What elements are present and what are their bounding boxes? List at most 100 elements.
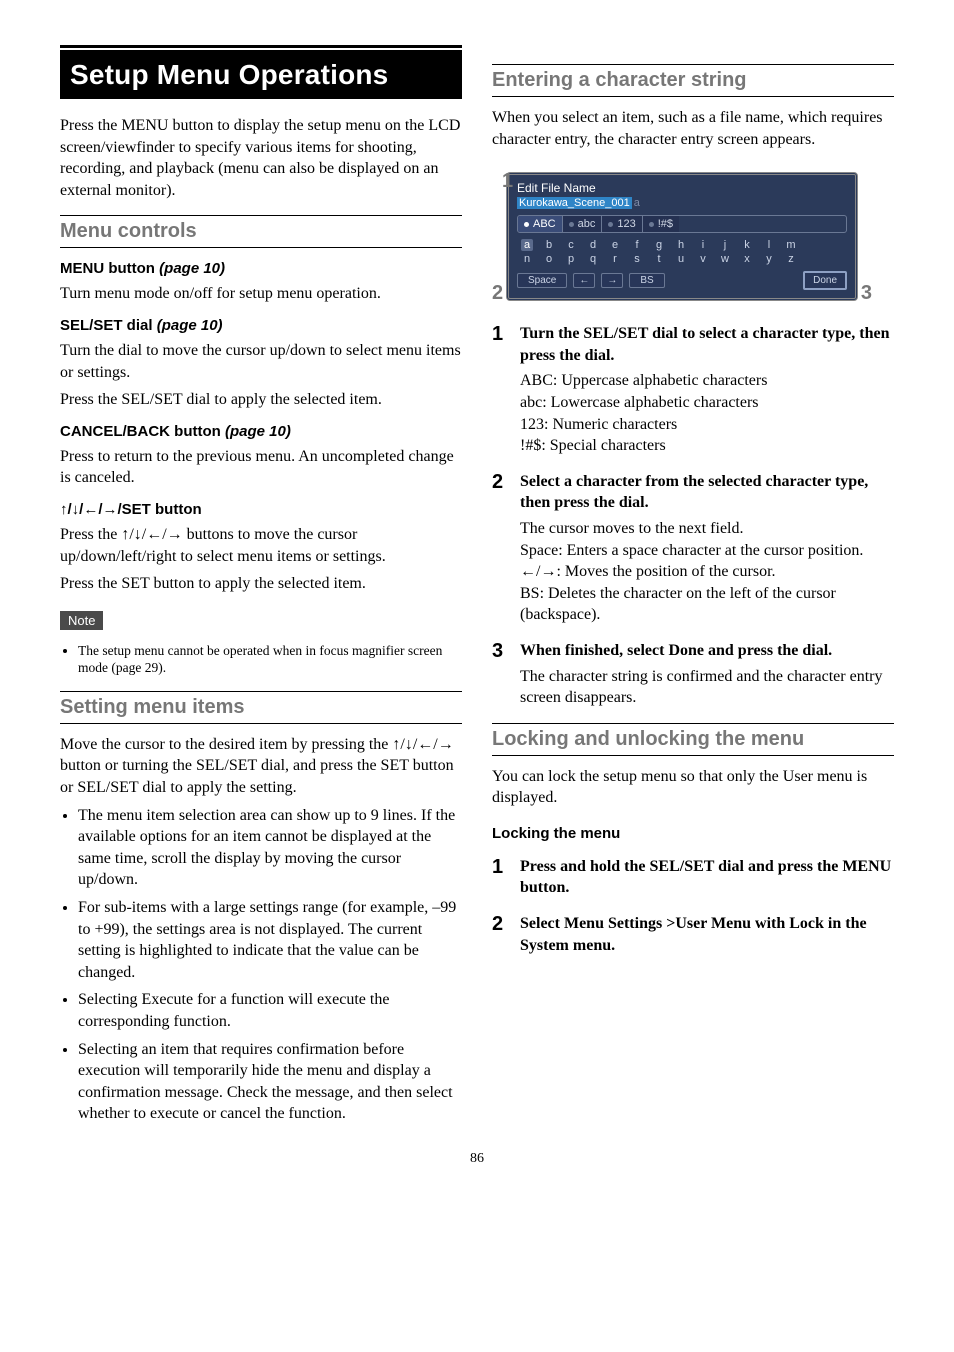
tab-special-label: !#$ (658, 218, 673, 230)
note-item: The setup menu cannot be operated when i… (78, 642, 462, 677)
key-t: t (653, 253, 665, 265)
key-d: d (587, 239, 599, 251)
key-q: q (587, 253, 599, 265)
step-2-body: The cursor moves to the next field. Spac… (520, 518, 894, 626)
key-a: a (521, 239, 533, 251)
main-title: Setup Menu Operations (70, 59, 452, 91)
page-number: 86 (60, 1151, 894, 1167)
step-1-num: 1 (492, 321, 503, 348)
intro-paragraph: Press the MENU button to display the set… (60, 115, 462, 201)
diagram-filename-text: Kurokawa_Scene_001 (517, 197, 632, 209)
key-w: w (719, 253, 731, 265)
cancel-back-head: CANCEL/BACK button (page 10) (60, 423, 462, 440)
sel-set-dial-head: SEL/SET dial (page 10) (60, 317, 462, 334)
key-h: h (675, 239, 687, 251)
setting-bullet-1: For sub-items with a large settings rang… (78, 897, 462, 983)
set-button-body1: Press the ↑/↓/←/→ buttons to move the cu… (60, 524, 462, 567)
note-badge: Note (60, 611, 103, 630)
setting-items-bullets: The menu item selection area can show up… (60, 805, 462, 1125)
key-r: r (609, 253, 621, 265)
key-f: f (631, 239, 643, 251)
cancel-back-label: CANCEL/BACK button (60, 423, 221, 440)
lock-step-2-num: 2 (492, 911, 503, 938)
step-3-body: The character string is confirmed and th… (520, 666, 894, 709)
lock-step-1-num: 1 (492, 854, 503, 881)
setting-items-intro: Move the cursor to the desired item by p… (60, 734, 462, 799)
lock-step-1: 1 Press and hold the SEL/SET dial and pr… (492, 856, 894, 899)
key-k: k (741, 239, 753, 251)
key-j: j (719, 239, 731, 251)
main-title-box: Setup Menu Operations (60, 50, 462, 99)
lock-step-2: 2 Select Menu Settings >User Menu with L… (492, 913, 894, 956)
key-o: o (543, 253, 555, 265)
lock-step-1-title: Press and hold the SEL/SET dial and pres… (520, 856, 894, 899)
menu-button-ref: (page 10) (159, 260, 225, 277)
dot-icon (524, 222, 529, 227)
tab-123: 123 (602, 216, 642, 232)
diagram-label-2: 2 (492, 282, 503, 305)
tab-123-label: 123 (617, 218, 635, 230)
key-b: b (543, 239, 555, 251)
tab-abc-upper: ABC (518, 216, 563, 232)
sel-set-dial-body2: Press the SEL/SET dial to apply the sele… (60, 389, 462, 411)
diagram-tabbar: ABC abc 123 !#$ (517, 215, 847, 233)
key-v: v (697, 253, 709, 265)
diagram-filename: Kurokawa_Scene_001a (517, 197, 847, 209)
key-y: y (763, 253, 775, 265)
diagram-label-1: 1 (502, 170, 513, 193)
step-1-body: ABC: Uppercase alphabetic characters abc… (520, 370, 894, 456)
key-i: i (697, 239, 709, 251)
tab-special: !#$ (643, 216, 679, 232)
menu-button-label: MENU button (60, 260, 155, 277)
step-3-num: 3 (492, 638, 503, 665)
entering-intro: When you select an item, such as a file … (492, 107, 894, 150)
diagram-label-3: 3 (861, 282, 872, 305)
set-button-body2: Press the SET button to apply the select… (60, 573, 462, 595)
key-right-icon: → (601, 273, 623, 288)
note-list: The setup menu cannot be operated when i… (60, 642, 462, 677)
key-left-icon: ← (573, 273, 595, 288)
setting-bullet-0: The menu item selection area can show up… (78, 805, 462, 891)
kb-button-row: Space ← → BS Done (517, 271, 847, 290)
key-c: c (565, 239, 577, 251)
key-l: l (763, 239, 775, 251)
menu-button-body: Turn menu mode on/off for setup menu ope… (60, 283, 462, 305)
kb-row-2: n o p q r s t u v w x y z (519, 253, 845, 265)
lock-step-2-title: Select Menu Settings >User Menu with Loc… (520, 913, 894, 956)
dot-icon (649, 222, 654, 227)
dot-icon (608, 222, 613, 227)
sel-set-dial-ref: (page 10) (157, 317, 223, 334)
step-2-title: Select a character from the selected cha… (520, 471, 894, 514)
key-s: s (631, 253, 643, 265)
character-entry-diagram: 1 2 3 Edit File Name Kurokawa_Scene_001a… (492, 172, 872, 301)
sel-set-dial-label: SEL/SET dial (60, 317, 153, 334)
section-setting-items: Setting menu items (60, 691, 462, 724)
key-n: n (521, 253, 533, 265)
sel-set-dial-body1: Turn the dial to move the cursor up/down… (60, 340, 462, 383)
setting-bullet-2: Selecting Execute for a function will ex… (78, 989, 462, 1032)
cancel-back-ref: (page 10) (225, 423, 291, 440)
key-bs: BS (629, 273, 664, 288)
locking-steps: 1 Press and hold the SEL/SET dial and pr… (492, 856, 894, 956)
set-button-label: ↑/↓/←/→/SET button (60, 501, 202, 518)
locking-intro: You can lock the setup menu so that only… (492, 766, 894, 809)
key-done: Done (803, 271, 847, 290)
key-z: z (785, 253, 797, 265)
section-entering: Entering a character string (492, 64, 894, 97)
kb-row-1: a b c d e f g h i j k l m (519, 239, 845, 251)
key-x: x (741, 253, 753, 265)
menu-button-head: MENU button (page 10) (60, 260, 462, 277)
key-u: u (675, 253, 687, 265)
tab-abc-lower-label: abc (578, 218, 596, 230)
setting-bullet-3: Selecting an item that requires confirma… (78, 1039, 462, 1125)
key-p: p (565, 253, 577, 265)
dot-icon (569, 222, 574, 227)
set-button-head: ↑/↓/←/→/SET button (60, 501, 462, 518)
cancel-back-body: Press to return to the previous menu. An… (60, 446, 462, 489)
step-2-num: 2 (492, 469, 503, 496)
diagram-title: Edit File Name (517, 181, 847, 195)
key-space: Space (517, 273, 567, 288)
section-menu-controls: Menu controls (60, 215, 462, 248)
section-locking: Locking and unlocking the menu (492, 723, 894, 756)
tab-abc-lower: abc (563, 216, 603, 232)
